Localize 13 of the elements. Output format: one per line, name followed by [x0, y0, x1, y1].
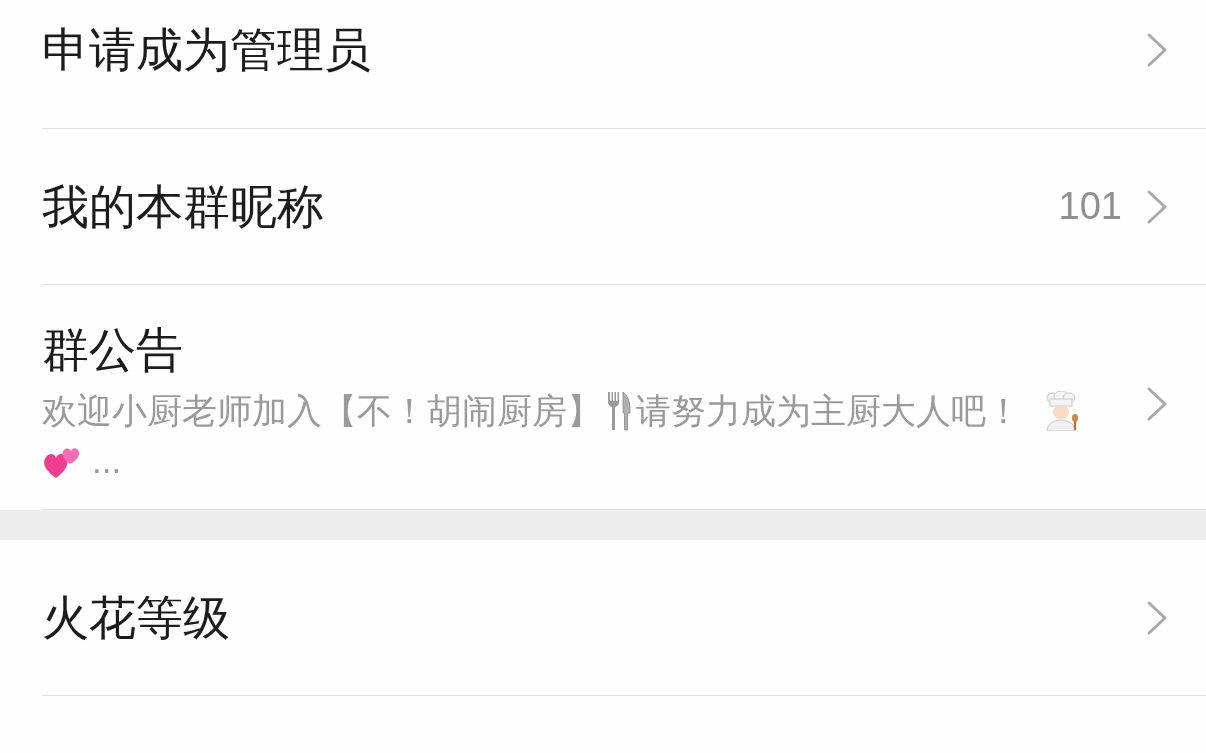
chevron-right-icon[interactable]: [1146, 386, 1168, 422]
menu-item-label[interactable]: 群公告: [42, 322, 183, 378]
menu-item-label[interactable]: 申请成为管理员: [42, 21, 371, 78]
menu-item-label[interactable]: 火花等级: [42, 589, 230, 646]
menu-item-label[interactable]: 我的本群昵称: [42, 178, 324, 235]
chevron-right-icon[interactable]: [1146, 599, 1168, 636]
chevron-right-icon[interactable]: [1146, 188, 1168, 225]
nickname-value: 101: [1058, 184, 1122, 229]
chevron-right-icon[interactable]: [1146, 31, 1168, 68]
announcement-text: 请努力成为主厨大人吧！: [636, 389, 1021, 432]
fork-knife-icon: [606, 391, 632, 431]
announcement-text: ...: [92, 439, 122, 482]
announcement-text: 欢迎小厨老师加入【不！胡闹厨房】: [42, 389, 602, 432]
